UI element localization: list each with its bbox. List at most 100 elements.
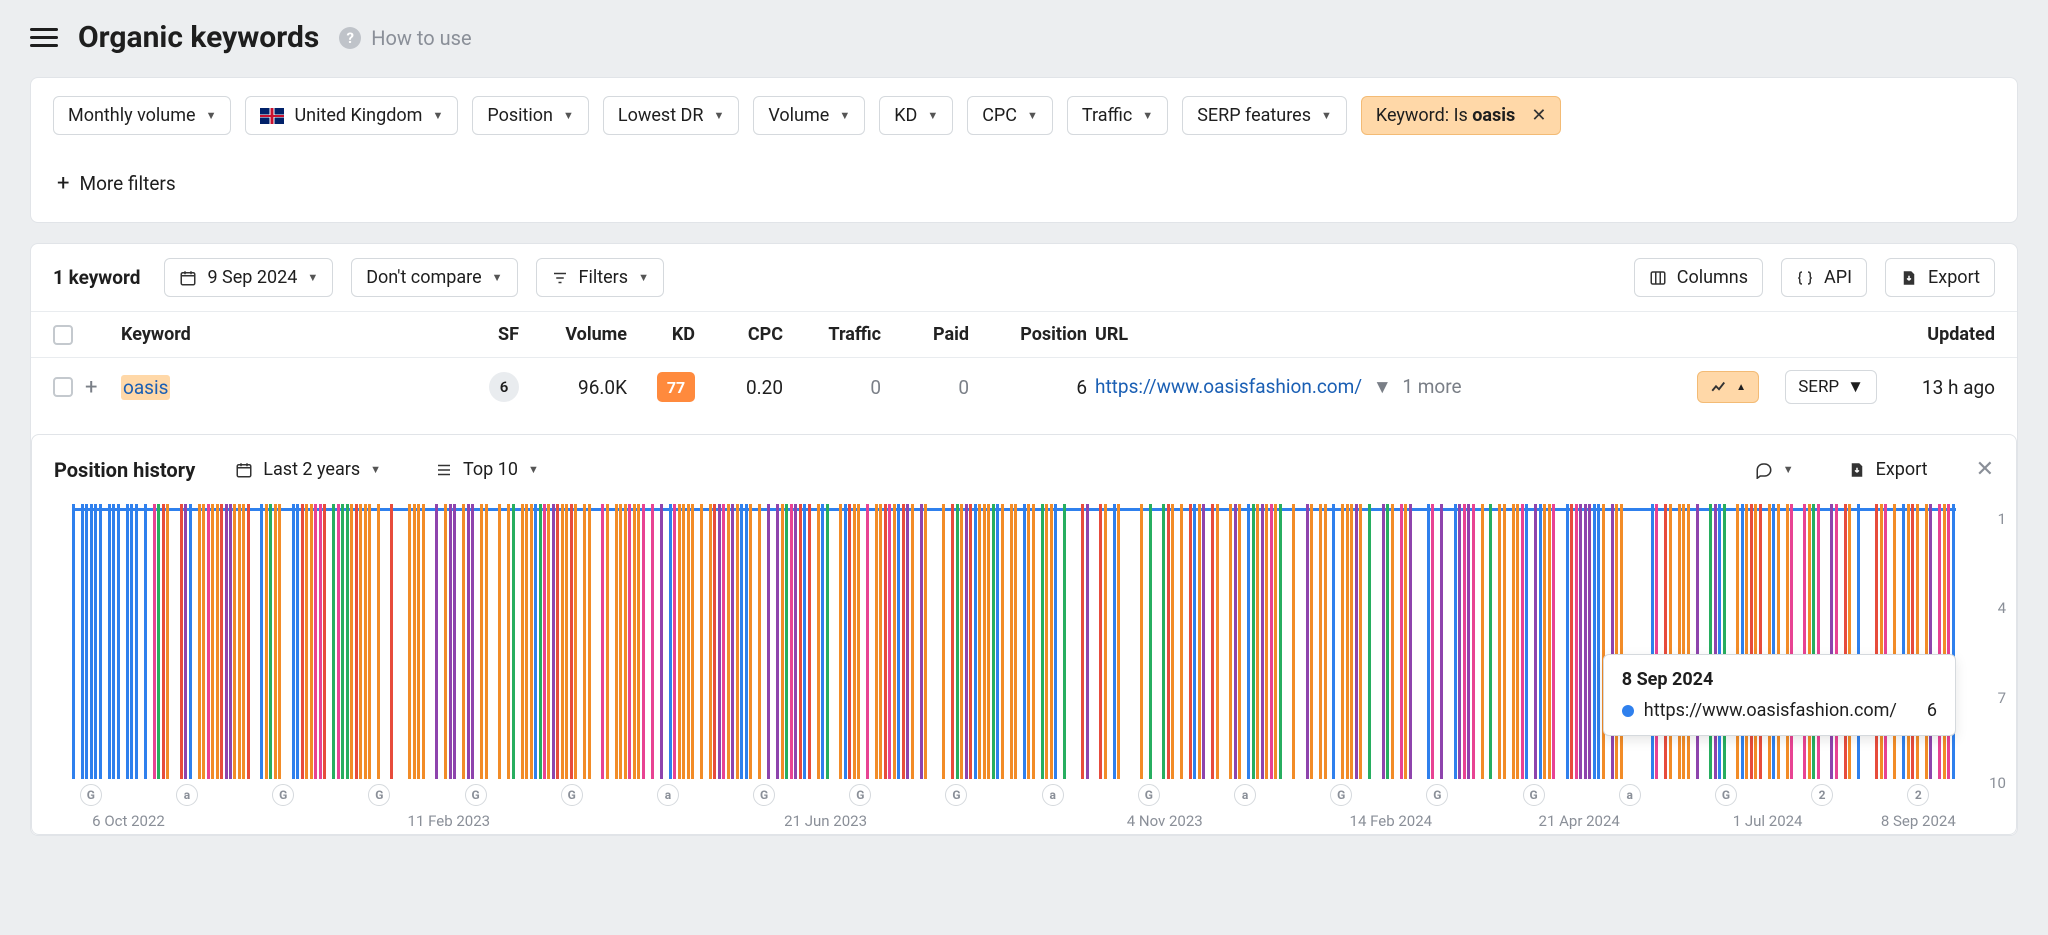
update-marker[interactable]: 2 <box>1907 784 1929 806</box>
update-marker[interactable]: G <box>561 784 583 806</box>
columns-button[interactable]: Columns <box>1634 258 1763 297</box>
filter-kd[interactable]: KD▼ <box>879 96 953 135</box>
filter-monthly-volume[interactable]: Monthly volume▼ <box>53 96 231 135</box>
series-spike <box>565 504 568 779</box>
series-spike <box>1943 504 1946 779</box>
date-picker[interactable]: 9 Sep 2024▼ <box>164 258 333 297</box>
range-dropdown[interactable]: Last 2 years▼ <box>221 451 395 488</box>
update-marker[interactable]: a <box>657 784 679 806</box>
update-marker[interactable]: G <box>1523 784 1545 806</box>
series-spike <box>211 504 214 779</box>
expand-icon[interactable]: + <box>85 375 97 400</box>
top-dropdown[interactable]: Top 10▼ <box>421 451 553 488</box>
xtick: 14 Feb 2024 <box>1350 812 1433 830</box>
series-spike <box>202 504 205 779</box>
series-spike <box>99 504 102 779</box>
series-spike <box>1350 504 1353 779</box>
how-to-use-link[interactable]: ? How to use <box>339 26 471 50</box>
filter-chip-keyword[interactable]: Keyword: Is oasis ✕ <box>1361 96 1562 135</box>
chevron-down-icon: ▼ <box>839 109 850 122</box>
col-traffic[interactable]: Traffic <box>791 324 881 345</box>
series-spike <box>337 504 340 779</box>
url-link[interactable]: https://www.oasisfashion.com/ <box>1095 375 1362 398</box>
more-filters-button[interactable]: +More filters <box>53 163 180 204</box>
series-spike <box>1467 504 1470 779</box>
series-spike <box>1310 504 1313 779</box>
series-spike <box>1247 504 1250 779</box>
series-spike <box>233 504 236 779</box>
xtick: 21 Apr 2024 <box>1539 812 1620 830</box>
series-spike <box>839 504 842 779</box>
update-marker[interactable]: G <box>849 784 871 806</box>
position-chart-button[interactable]: ▲ <box>1697 371 1759 403</box>
sf-badge[interactable]: 6 <box>489 372 519 402</box>
col-position[interactable]: Position <box>977 324 1087 345</box>
series-spike <box>749 504 752 779</box>
filter-position[interactable]: Position▼ <box>472 96 589 135</box>
update-marker[interactable]: G <box>465 784 487 806</box>
col-paid[interactable]: Paid <box>889 324 969 345</box>
series-spike <box>588 504 591 779</box>
select-all-checkbox[interactable] <box>53 325 73 345</box>
close-icon[interactable]: ✕ <box>1531 105 1546 126</box>
update-marker[interactable]: G <box>80 784 102 806</box>
close-icon[interactable]: ✕ <box>1976 457 1994 482</box>
update-marker[interactable]: G <box>368 784 390 806</box>
panel-export-button[interactable]: Export <box>1834 451 1942 488</box>
col-url[interactable]: URL <box>1095 324 1465 345</box>
update-marker[interactable]: G <box>945 784 967 806</box>
update-marker[interactable]: a <box>1042 784 1064 806</box>
filter-volume[interactable]: Volume▼ <box>753 96 865 135</box>
update-marker[interactable]: a <box>1234 784 1256 806</box>
series-spike <box>359 504 362 779</box>
update-marker[interactable]: a <box>1619 784 1641 806</box>
series-spike <box>1409 504 1412 779</box>
update-marker[interactable]: G <box>1138 784 1160 806</box>
filter-serp-features[interactable]: SERP features▼ <box>1182 96 1347 135</box>
col-volume[interactable]: Volume <box>527 324 627 345</box>
series-spike <box>1503 504 1506 779</box>
series-spike <box>574 504 577 779</box>
update-marker[interactable]: a <box>176 784 198 806</box>
update-marker[interactable]: G <box>1426 784 1448 806</box>
series-spike <box>1952 504 1955 779</box>
series-spike <box>153 504 156 779</box>
update-marker[interactable]: G <box>1330 784 1352 806</box>
series-spike <box>987 504 990 779</box>
more-urls[interactable]: 1 more <box>1402 375 1461 398</box>
update-marker[interactable]: G <box>1715 784 1737 806</box>
comment-button[interactable]: ▼ <box>1741 453 1808 487</box>
filter-country[interactable]: United Kingdom▼ <box>245 96 458 135</box>
keyword-link[interactable]: oasis <box>121 375 170 400</box>
export-button[interactable]: Export <box>1885 258 1995 297</box>
position-history-chart[interactable]: 1 4 7 10 6 Oct 202211 Feb 202321 Jun 202… <box>32 504 2016 834</box>
series-spike <box>776 504 779 779</box>
update-marker[interactable]: G <box>753 784 775 806</box>
menu-icon[interactable] <box>30 28 58 47</box>
series-spike <box>108 504 111 779</box>
col-sf[interactable]: SF <box>459 324 519 345</box>
ytick: 1 <box>1998 510 2006 528</box>
series-spike <box>1588 504 1591 779</box>
col-cpc[interactable]: CPC <box>703 324 783 345</box>
series-spike <box>1696 504 1699 779</box>
compare-dropdown[interactable]: Don't compare▼ <box>351 258 517 297</box>
serp-button[interactable]: SERP▼ <box>1785 370 1877 404</box>
column-filters-button[interactable]: Filters▼ <box>536 258 664 297</box>
series-spike <box>691 504 694 779</box>
update-marker[interactable]: 2 <box>1811 784 1833 806</box>
col-kd[interactable]: KD <box>635 324 695 345</box>
row-checkbox[interactable] <box>53 377 73 397</box>
series-spike <box>1498 504 1501 779</box>
chevron-down-icon[interactable]: ▼ <box>1373 375 1392 398</box>
api-button[interactable]: API <box>1781 258 1867 297</box>
filter-lowest-dr[interactable]: Lowest DR▼ <box>603 96 739 135</box>
update-marker[interactable]: G <box>272 784 294 806</box>
series-spike <box>794 504 797 779</box>
series-spike <box>1279 504 1282 779</box>
filter-traffic[interactable]: Traffic▼ <box>1067 96 1168 135</box>
filter-cpc[interactable]: CPC▼ <box>967 96 1053 135</box>
col-keyword[interactable]: Keyword <box>121 324 451 345</box>
series-spike <box>651 504 654 779</box>
col-updated[interactable]: Updated <box>1885 324 1995 345</box>
